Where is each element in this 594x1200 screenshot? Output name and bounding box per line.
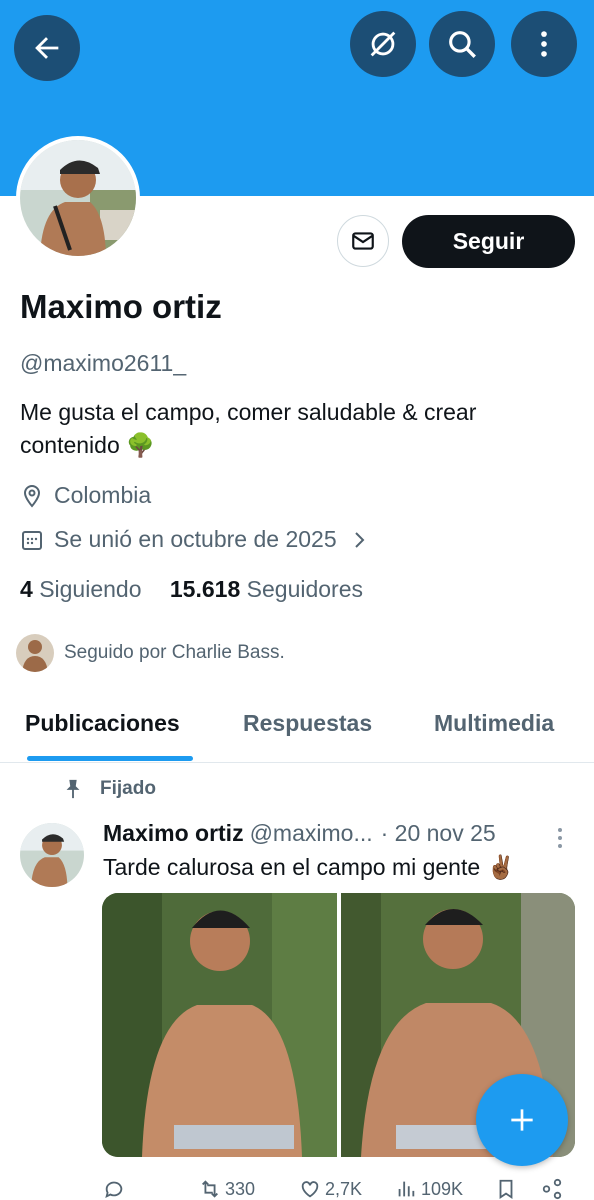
profile-tabs: Publicaciones Respuestas Multimedia <box>0 700 594 763</box>
repost-count: 330 <box>225 1178 256 1199</box>
avatar-photo <box>20 140 136 256</box>
search-icon <box>449 31 476 58</box>
post-text: Tarde calurosa en el campo mi gente ✌🏾 <box>103 854 516 880</box>
following-count: 4 <box>20 576 33 602</box>
eye-off-icon <box>370 31 396 57</box>
share-button[interactable] <box>541 1178 567 1200</box>
profile-handle: @maximo2611_ <box>20 350 187 376</box>
views-count: 109K <box>421 1178 464 1199</box>
profile-joined[interactable]: Se unió en octubre de 2025 <box>20 526 371 553</box>
back-button[interactable] <box>14 15 80 81</box>
post-more-icon[interactable] <box>555 826 565 850</box>
repost-button[interactable]: 330 <box>199 1178 255 1200</box>
post-actions: 330 2,7K 109K <box>103 1176 573 1200</box>
followed-by[interactable]: Seguido por Charlie Bass. <box>16 634 285 672</box>
location-pin-icon <box>23 484 41 508</box>
calendar-icon <box>22 530 42 550</box>
profile-location: Colombia <box>20 482 151 509</box>
following-label: Siguiendo <box>39 576 142 602</box>
tab-multimedia[interactable]: Multimedia <box>434 710 554 737</box>
views-button[interactable]: 109K <box>395 1178 463 1200</box>
post-author-handle[interactable]: @maximo... <box>250 820 373 847</box>
follower-avatar <box>16 634 54 672</box>
chevron-right-icon <box>354 531 365 548</box>
pinned-label: Fijado <box>62 778 156 800</box>
bookmark-button[interactable] <box>495 1178 521 1200</box>
followers-label: Seguidores <box>246 576 363 602</box>
reply-button[interactable] <box>103 1178 129 1200</box>
plus-icon <box>511 1109 533 1131</box>
followers-link[interactable]: 15.618 Seguidores <box>170 576 363 602</box>
follow-button[interactable]: Seguir <box>402 215 575 268</box>
post-header: Maximo ortiz @maximo... · 20 nov 25 <box>103 820 563 847</box>
post-photo-1[interactable] <box>102 893 337 1157</box>
like-button[interactable]: 2,7K <box>299 1178 362 1200</box>
followers-count: 15.618 <box>169 576 241 602</box>
profile-bio: Me gusta el campo, comer saludable & cre… <box>20 399 477 458</box>
more-options-button[interactable] <box>511 11 577 77</box>
post-author-name[interactable]: Maximo ortiz <box>103 820 244 847</box>
pinned-text: Fijado <box>100 778 156 799</box>
repost-icon <box>202 1180 218 1198</box>
location-text: Colombia <box>54 482 152 508</box>
tab-respuestas[interactable]: Respuestas <box>243 710 372 737</box>
profile-avatar[interactable] <box>16 136 140 260</box>
profile-name: Maximo ortiz <box>20 288 222 325</box>
message-button[interactable] <box>337 215 389 267</box>
mail-icon <box>352 232 374 250</box>
pin-icon <box>66 779 80 799</box>
share-icon <box>542 1178 562 1200</box>
mute-button[interactable] <box>350 11 416 77</box>
follow-stats: 4 Siguiendo 15.618 Seguidores <box>20 576 363 603</box>
more-vertical-icon <box>541 31 547 57</box>
active-tab-indicator <box>27 756 193 761</box>
joined-text: Se unió en octubre de 2025 <box>54 526 337 552</box>
followed-by-text: Seguido por Charlie Bass. <box>64 642 285 663</box>
bookmark-icon <box>499 1179 513 1199</box>
views-icon <box>398 1181 415 1197</box>
tab-publicaciones[interactable]: Publicaciones <box>25 710 180 737</box>
following-link[interactable]: 4 Siguiendo <box>20 576 142 602</box>
search-button[interactable] <box>429 11 495 77</box>
post-author-avatar[interactable] <box>20 823 84 887</box>
post-date[interactable]: · 20 nov 25 <box>381 820 496 847</box>
like-icon <box>301 1181 319 1198</box>
compose-button[interactable] <box>476 1074 568 1166</box>
like-count: 2,7K <box>325 1178 363 1199</box>
back-arrow-icon <box>35 37 59 59</box>
reply-icon <box>105 1181 123 1199</box>
